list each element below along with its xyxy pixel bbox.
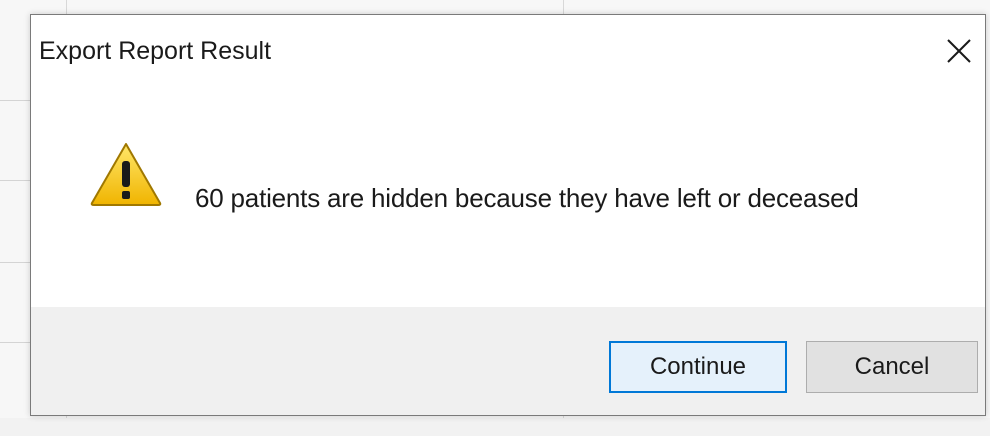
cancel-button[interactable]: Cancel [806, 341, 978, 393]
close-button[interactable] [933, 25, 985, 77]
dialog-footer: Continue Cancel [31, 307, 985, 415]
export-report-result-dialog: Export Report Result 60 patients are hid… [30, 14, 986, 416]
dialog-content: 60 patients are hidden because they have… [31, 85, 985, 307]
dialog-titlebar[interactable]: Export Report Result [31, 15, 985, 85]
continue-button[interactable]: Continue [609, 341, 787, 393]
dialog-title: Export Report Result [39, 37, 272, 65]
background-row [0, 418, 990, 436]
close-icon [947, 39, 971, 63]
dialog-message: 60 patients are hidden because they have… [195, 183, 859, 213]
warning-icon [90, 143, 162, 206]
